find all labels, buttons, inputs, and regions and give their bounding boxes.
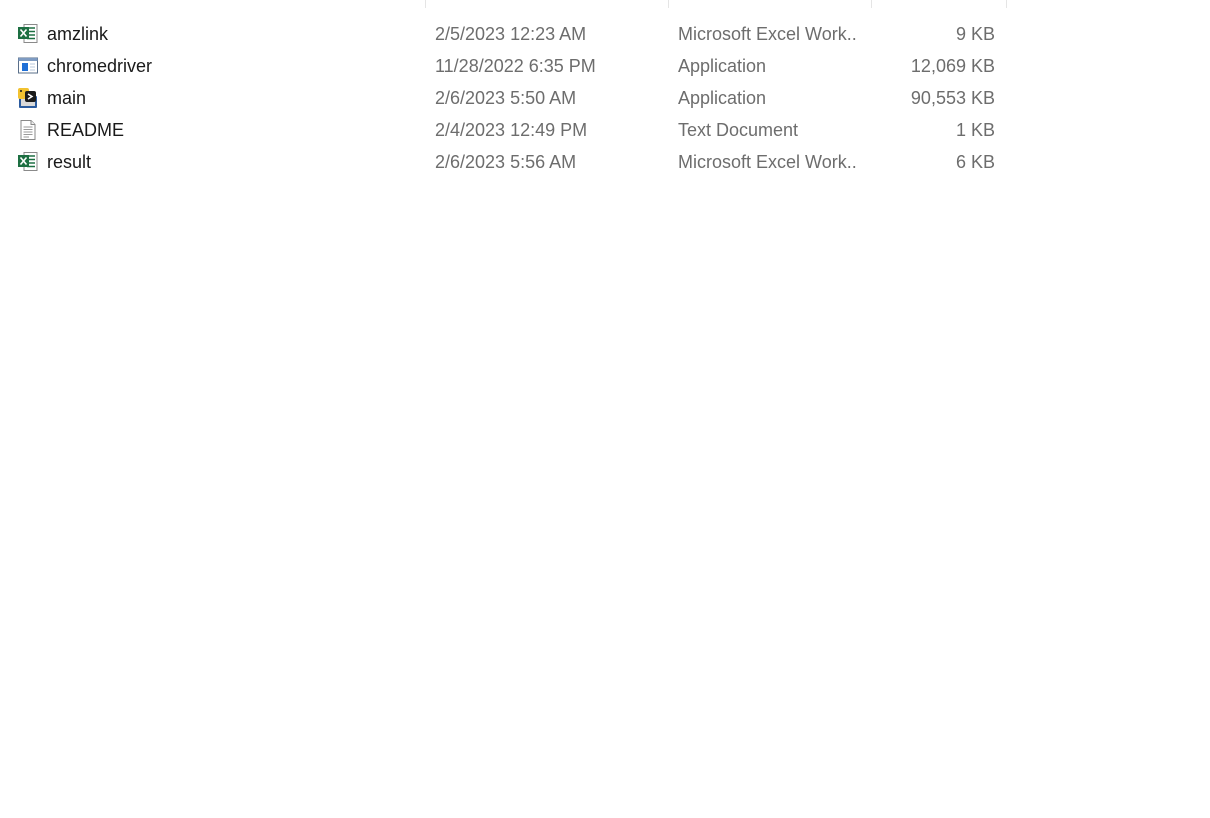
file-type: Application (678, 56, 767, 76)
file-size: 12,069 KB (910, 56, 995, 76)
file-size: 6 KB (955, 152, 995, 172)
text-document-icon (17, 119, 39, 141)
file-date-modified: 2/6/2023 5:50 AM (435, 88, 577, 108)
file-row-main[interactable]: main 2/6/2023 5:50 AM Application 90,553… (0, 82, 1000, 114)
file-name[interactable]: main (47, 82, 417, 114)
excel-file-icon (17, 151, 39, 173)
file-size: 90,553 KB (910, 88, 995, 108)
file-date-modified: 2/5/2023 12:23 AM (435, 24, 587, 44)
file-row-readme[interactable]: README 2/4/2023 12:49 PM Text Document 1… (0, 114, 1000, 146)
file-name[interactable]: README (47, 114, 417, 146)
application-icon (17, 55, 39, 77)
column-separator-size[interactable] (1006, 0, 1007, 8)
column-separator-name[interactable] (425, 0, 426, 8)
file-date-modified: 2/6/2023 5:56 AM (435, 152, 577, 172)
excel-file-icon (17, 23, 39, 45)
file-row-amzlink[interactable]: amzlink 2/5/2023 12:23 AM Microsoft Exce… (0, 18, 1000, 50)
file-name[interactable]: result (47, 146, 417, 178)
file-type: Microsoft Excel Work... (678, 24, 858, 44)
file-name[interactable]: amzlink (47, 18, 417, 50)
file-date-modified: 2/4/2023 12:49 PM (435, 120, 588, 140)
file-date-modified: 11/28/2022 6:35 PM (435, 56, 596, 76)
file-type: Text Document (678, 120, 799, 140)
file-row-chromedriver[interactable]: chromedriver 11/28/2022 6:35 PM Applicat… (0, 50, 1000, 82)
file-type: Application (678, 88, 767, 108)
column-separator-date[interactable] (668, 0, 669, 8)
column-separator-type[interactable] (871, 0, 872, 8)
file-name[interactable]: chromedriver (47, 50, 417, 82)
file-type: Microsoft Excel Work... (678, 152, 858, 172)
file-list-view: amzlink 2/5/2023 12:23 AM Microsoft Exce… (0, 0, 1210, 818)
file-row-result[interactable]: result 2/6/2023 5:56 AM Microsoft Excel … (0, 146, 1000, 178)
file-size: 1 KB (955, 120, 995, 140)
python-application-icon (17, 87, 39, 109)
file-list: amzlink 2/5/2023 12:23 AM Microsoft Exce… (0, 18, 1010, 178)
file-size: 9 KB (955, 24, 995, 44)
